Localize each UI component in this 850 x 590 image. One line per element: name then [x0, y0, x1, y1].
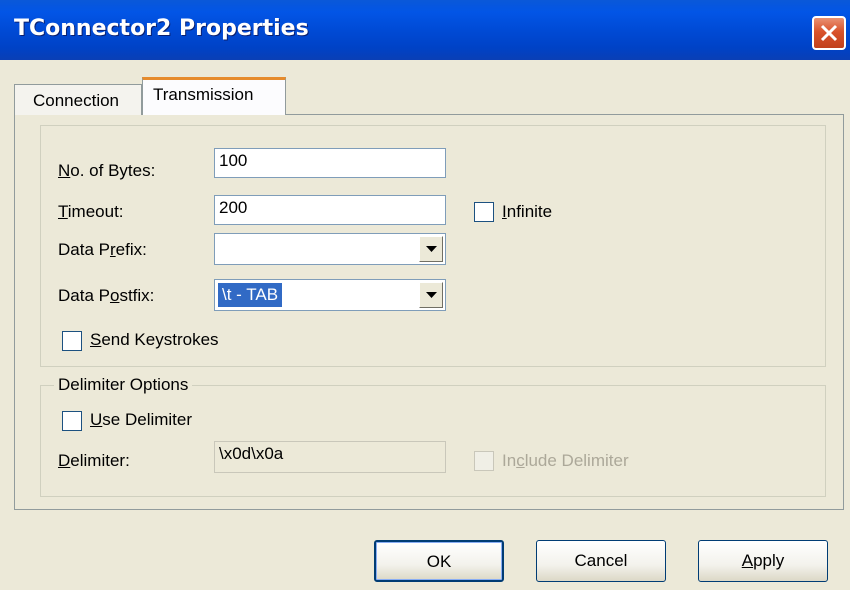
apply-button[interactable]: Apply — [698, 540, 828, 582]
ok-button-label: OK — [426, 552, 452, 571]
title-bar: TConnector2 Properties — [0, 0, 850, 60]
use-delimiter-checkbox[interactable] — [62, 411, 82, 431]
chevron-down-icon — [426, 246, 437, 252]
tab-connection[interactable]: Connection — [14, 84, 142, 115]
cancel-button-label: Cancel — [574, 551, 628, 570]
bytes-label: No. of Bytes: — [58, 161, 156, 180]
send-keystrokes-label: Send Keystrokes — [90, 330, 219, 349]
bytes-input[interactable]: 100 — [214, 148, 446, 178]
prefix-dropdown[interactable] — [214, 233, 446, 265]
cancel-button[interactable]: Cancel — [536, 540, 666, 582]
tab-connection-label: Connection — [33, 91, 120, 110]
include-delimiter-checkbox[interactable] — [474, 451, 494, 471]
delimiter-input[interactable]: \x0d\x0a — [214, 441, 446, 473]
postfix-dropdown[interactable]: \t - TAB — [214, 279, 446, 311]
prefix-label: Data Prefix: — [58, 240, 147, 259]
timeout-label: Timeout: — [58, 202, 124, 221]
send-keystrokes-checkbox[interactable] — [62, 331, 82, 351]
delimiter-options-title: Delimiter Options — [54, 375, 193, 395]
postfix-label: Data Postfix: — [58, 286, 155, 305]
postfix-dropdown-button[interactable] — [419, 282, 443, 308]
tab-transmission[interactable]: Transmission — [142, 77, 286, 115]
timeout-input[interactable]: 200 — [214, 195, 446, 225]
use-delimiter-label: Use Delimiter — [90, 410, 193, 429]
ok-button[interactable]: OK — [374, 540, 504, 582]
close-button[interactable] — [812, 16, 846, 50]
tab-transmission-label: Transmission — [153, 85, 254, 104]
chevron-down-icon — [426, 292, 437, 298]
close-icon — [820, 24, 838, 42]
prefix-dropdown-button[interactable] — [419, 236, 443, 262]
include-delimiter-label: Include Delimiter — [502, 451, 629, 470]
infinite-label: Infinite — [502, 202, 553, 221]
apply-button-accesskey: A — [741, 551, 754, 570]
apply-button-label: pply — [753, 551, 785, 570]
delimiter-label: Delimiter: — [58, 451, 130, 470]
infinite-checkbox[interactable] — [474, 202, 494, 222]
postfix-value: \t - TAB — [218, 283, 283, 307]
window-title: TConnector2 Properties — [14, 16, 309, 41]
